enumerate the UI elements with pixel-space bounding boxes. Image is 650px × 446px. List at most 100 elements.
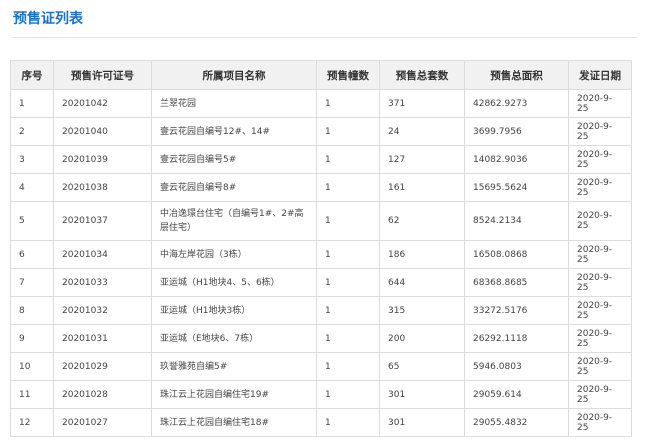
cell-index: 9 (10, 324, 54, 353)
table-row: 1 20201042 兰翠花园 1 371 42862.9273 2020-9-25 (10, 89, 632, 118)
column-header-issue-date: 发证日期 (568, 60, 632, 90)
cell-index: 5 (10, 201, 54, 241)
cell-index: 1 (10, 89, 54, 118)
cell-issue-date: 2020-9-25 (568, 89, 632, 118)
table-header-row: 序号 预售许可证号 所属项目名称 预售幢数 预售总套数 预售总面积 发证日期 (10, 60, 632, 90)
cell-buildings: 1 (316, 201, 380, 241)
cell-buildings: 1 (316, 117, 380, 146)
cell-total-units: 200 (379, 324, 465, 353)
cell-project-name: 亚运城（H1地块3栋） (151, 296, 317, 325)
cell-buildings: 1 (316, 324, 380, 353)
cell-index: 8 (10, 296, 54, 325)
table-row: 9 20201031 亚运城（E地块6、7栋） 1 200 26292.1118 2020-… (10, 324, 632, 353)
cell-total-area: 29055.4832 (464, 408, 569, 437)
cell-buildings: 1 (316, 380, 380, 409)
cell-issue-date: 2020-9-25 (568, 352, 632, 381)
cell-total-area: 42862.9273 (464, 89, 569, 118)
cell-index: 11 (10, 380, 54, 409)
cell-issue-date: 2020-9-25 (568, 408, 632, 437)
cell-total-units: 161 (379, 173, 465, 202)
cell-total-units: 62 (379, 201, 465, 241)
page-title: 预售证列表 (13, 11, 83, 27)
column-header-total-units: 预售总套数 (379, 60, 465, 90)
column-header-index: 序号 (10, 60, 54, 90)
table-row: 7 20201033 亚运城（H1地块4、5、6栋） 1 644 68368.8685 20… (10, 268, 632, 297)
table-row: 5 20201037 中冶逸璟台住宅（自编号1#、2#高层住宅） 1 62 8524.21… (10, 201, 632, 241)
cell-total-area: 14082.9036 (464, 145, 569, 174)
title-divider (13, 37, 637, 38)
cell-total-area: 16508.0868 (464, 240, 569, 269)
cell-license-no: 20201032 (53, 296, 152, 325)
cell-buildings: 1 (316, 89, 380, 118)
cell-total-area: 15695.5624 (464, 173, 569, 202)
cell-buildings: 1 (316, 145, 380, 174)
cell-total-area: 29059.614 (464, 380, 569, 409)
table-row: 10 20201029 玖誉雅苑自编5# 1 65 5946.0803 2020-9-25 (10, 352, 632, 381)
cell-total-units: 65 (379, 352, 465, 381)
table-row: 11 20201028 珠江云上花园自编住宅19# 1 301 29059.614 2020… (10, 380, 632, 409)
cell-index: 10 (10, 352, 54, 381)
cell-license-no: 20201034 (53, 240, 152, 269)
cell-license-no: 20201028 (53, 380, 152, 409)
cell-project-name: 亚运城（E地块6、7栋） (151, 324, 317, 353)
cell-total-units: 24 (379, 117, 465, 146)
cell-license-no: 20201027 (53, 408, 152, 437)
table-row: 4 20201038 壹云花园自编号8# 1 161 15695.5624 2020-9-2… (10, 173, 632, 202)
cell-index: 12 (10, 408, 54, 437)
cell-total-units: 371 (379, 89, 465, 118)
presale-license-table: 序号 预售许可证号 所属项目名称 预售幢数 预售总套数 预售总面积 发证日期 1 202010… (10, 60, 632, 437)
cell-project-name: 中海左岸花园（3栋） (151, 240, 317, 269)
column-header-license-no: 预售许可证号 (53, 60, 152, 90)
column-header-total-area: 预售总面积 (464, 60, 569, 90)
cell-total-units: 644 (379, 268, 465, 297)
cell-total-units: 315 (379, 296, 465, 325)
table-row: 2 20201040 壹云花园自编号12#、14# 1 24 3699.7956 2020-… (10, 117, 632, 146)
cell-buildings: 1 (316, 296, 380, 325)
cell-total-units: 301 (379, 380, 465, 409)
cell-license-no: 20201039 (53, 145, 152, 174)
cell-issue-date: 2020-9-25 (568, 117, 632, 146)
cell-license-no: 20201038 (53, 173, 152, 202)
cell-total-area: 68368.8685 (464, 268, 569, 297)
cell-issue-date: 2020-9-25 (568, 268, 632, 297)
cell-project-name: 亚运城（H1地块4、5、6栋） (151, 268, 317, 297)
cell-project-name: 兰翠花园 (151, 89, 317, 118)
cell-license-no: 20201040 (53, 117, 152, 146)
cell-project-name: 玖誉雅苑自编5# (151, 352, 317, 381)
cell-project-name: 珠江云上花园自编住宅19# (151, 380, 317, 409)
column-header-project-name: 所属项目名称 (151, 60, 317, 90)
cell-buildings: 1 (316, 408, 380, 437)
cell-buildings: 1 (316, 268, 380, 297)
cell-index: 3 (10, 145, 54, 174)
cell-project-name: 珠江云上花园自编住宅18# (151, 408, 317, 437)
cell-project-name: 壹云花园自编号5# (151, 145, 317, 174)
table-body: 1 20201042 兰翠花园 1 371 42862.9273 2020-9-25 2 202… (10, 89, 632, 437)
cell-issue-date: 2020-9-25 (568, 201, 632, 241)
cell-total-area: 5946.0803 (464, 352, 569, 381)
cell-index: 2 (10, 117, 54, 146)
cell-issue-date: 2020-9-25 (568, 240, 632, 269)
cell-index: 6 (10, 240, 54, 269)
cell-total-area: 8524.2134 (464, 201, 569, 241)
cell-license-no: 20201029 (53, 352, 152, 381)
table-row: 3 20201039 壹云花园自编号5# 1 127 14082.9036 2020-9-2… (10, 145, 632, 174)
column-header-buildings: 预售幢数 (316, 60, 380, 90)
cell-license-no: 20201031 (53, 324, 152, 353)
cell-project-name: 中冶逸璟台住宅（自编号1#、2#高层住宅） (151, 201, 317, 241)
cell-index: 4 (10, 173, 54, 202)
cell-issue-date: 2020-9-25 (568, 324, 632, 353)
cell-project-name: 壹云花园自编号8# (151, 173, 317, 202)
cell-buildings: 1 (316, 173, 380, 202)
cell-license-no: 20201033 (53, 268, 152, 297)
cell-issue-date: 2020-9-25 (568, 145, 632, 174)
cell-buildings: 1 (316, 240, 380, 269)
table-row: 8 20201032 亚运城（H1地块3栋） 1 315 33272.5176 2020-9… (10, 296, 632, 325)
cell-total-area: 26292.1118 (464, 324, 569, 353)
cell-total-units: 301 (379, 408, 465, 437)
cell-total-units: 186 (379, 240, 465, 269)
cell-license-no: 20201042 (53, 89, 152, 118)
cell-buildings: 1 (316, 352, 380, 381)
table-row: 6 20201034 中海左岸花园（3栋） 1 186 16508.0868 2020-9-… (10, 240, 632, 269)
cell-total-units: 127 (379, 145, 465, 174)
table-row: 12 20201027 珠江云上花园自编住宅18# 1 301 29055.4832 202… (10, 408, 632, 437)
